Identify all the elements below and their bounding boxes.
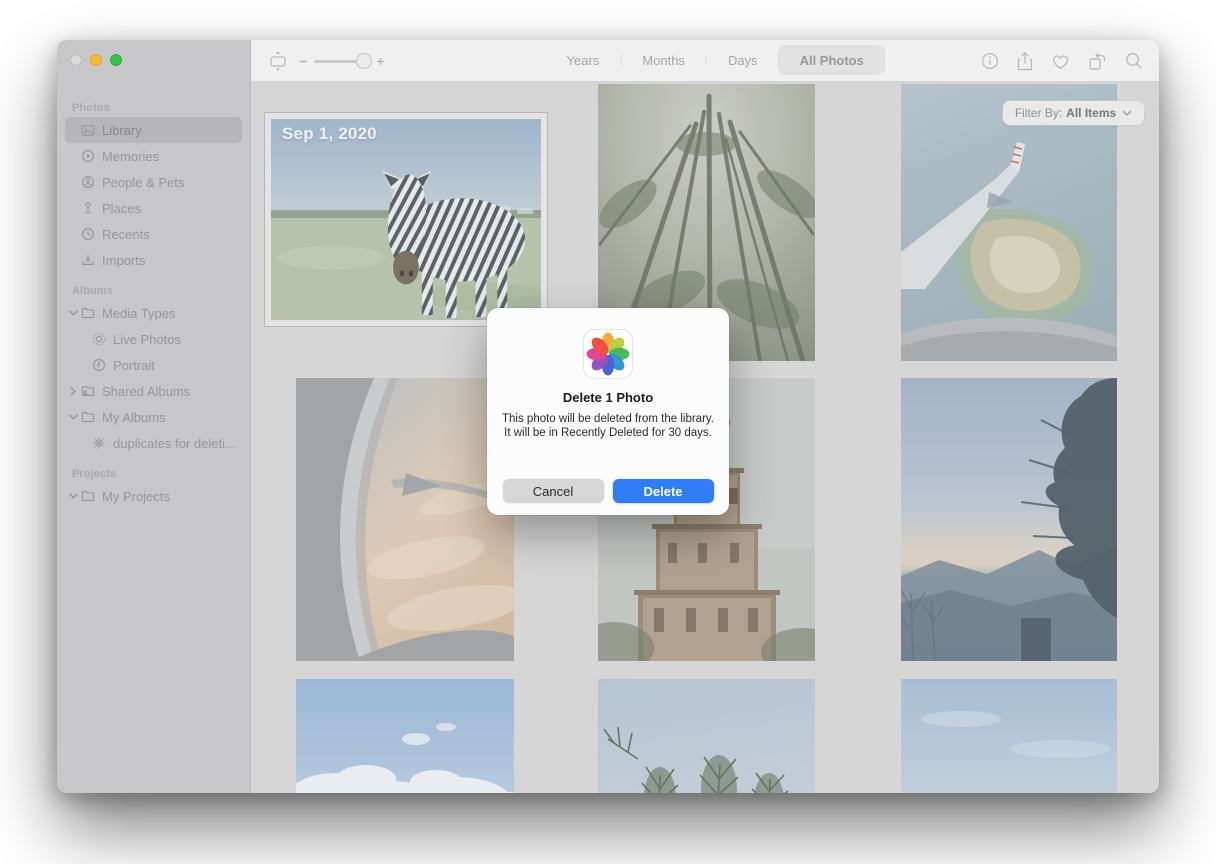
- photos-app-icon: [583, 329, 633, 379]
- minimize-window-button[interactable]: [90, 54, 102, 66]
- sidebar-item-label: My Albums: [102, 410, 166, 425]
- chevron-down-icon[interactable]: [66, 310, 80, 316]
- sidebar-item-duplicates-album[interactable]: duplicates for deleti...: [65, 430, 242, 456]
- tab-days[interactable]: Days: [707, 46, 779, 74]
- rotate-icon[interactable]: [1088, 52, 1107, 71]
- close-window-button[interactable]: [70, 54, 82, 66]
- people-pets-icon: [80, 175, 96, 189]
- sidebar-item-memories[interactable]: Memories: [65, 143, 242, 169]
- folder-icon: [80, 306, 96, 320]
- chevron-down-icon[interactable]: [66, 493, 80, 499]
- chevron-right-icon[interactable]: [66, 387, 80, 396]
- airplane-window-art: [296, 378, 514, 661]
- sidebar-item-my-projects[interactable]: My Projects: [65, 483, 242, 509]
- shared-folder-icon: [80, 384, 96, 398]
- sidebar-item-label: People & Pets: [102, 175, 184, 190]
- chevron-down-icon[interactable]: [66, 414, 80, 420]
- info-icon[interactable]: [981, 52, 999, 70]
- sidebar-section-projects: Projects: [72, 468, 250, 480]
- sidebar-item-live-photos[interactable]: Live Photos: [65, 326, 242, 352]
- sidebar-item-portrait[interactable]: Portrait: [65, 352, 242, 378]
- sidebar-item-imports[interactable]: Imports: [65, 247, 242, 273]
- filter-by-value: All Items: [1066, 106, 1116, 120]
- sidebar-item-label: Library: [102, 123, 142, 138]
- tab-years[interactable]: Years: [546, 46, 621, 74]
- photo-sky[interactable]: [901, 679, 1117, 793]
- sidebar-item-label: duplicates for deleti...: [113, 436, 236, 451]
- sidebar-item-recents[interactable]: Recents: [65, 221, 242, 247]
- sidebar-item-label: Media Types: [102, 306, 175, 321]
- zoom-in-plus-icon[interactable]: [376, 57, 385, 66]
- sidebar-item-shared-albums[interactable]: Shared Albums: [65, 378, 242, 404]
- zoom-out-minus-icon[interactable]: [299, 57, 308, 66]
- library-icon: [80, 123, 96, 137]
- photo-airplane-window[interactable]: [296, 378, 514, 661]
- folder-icon: [80, 410, 96, 424]
- places-icon: [80, 201, 96, 215]
- sidebar-section-albums: Albums: [72, 285, 250, 297]
- clouds-art: [296, 679, 514, 793]
- zebra-photo-art: [271, 119, 541, 320]
- pine-branches-art: [598, 679, 815, 793]
- tab-months[interactable]: Months: [621, 46, 706, 74]
- sidebar-item-label: Places: [102, 201, 141, 216]
- sidebar-item-label: My Projects: [102, 489, 170, 504]
- imports-icon: [80, 253, 96, 267]
- airplane-wing-art: [901, 84, 1117, 361]
- favorite-icon[interactable]: [1051, 53, 1070, 70]
- share-icon[interactable]: [1017, 52, 1033, 71]
- dusk-pine-art: [901, 378, 1117, 661]
- sidebar-item-label: Portrait: [113, 358, 155, 373]
- photo-zebra-selected[interactable]: Sep 1, 2020: [264, 112, 548, 327]
- slider-track[interactable]: [314, 60, 370, 63]
- sidebar: Photos Library Memories: [57, 40, 251, 793]
- search-icon[interactable]: [1125, 52, 1143, 70]
- dialog-title: Delete 1 Photo: [563, 390, 653, 405]
- filter-by-button[interactable]: Filter By: All Items: [1003, 101, 1144, 125]
- photo-airplane-wing[interactable]: [901, 84, 1117, 361]
- zoom-fit-icon[interactable]: [267, 50, 289, 72]
- sidebar-item-my-albums[interactable]: My Albums: [65, 404, 242, 430]
- portrait-icon: [91, 358, 107, 372]
- sidebar-item-people-pets[interactable]: People & Pets: [65, 169, 242, 195]
- sidebar-item-label: Memories: [102, 149, 159, 164]
- sidebar-item-label: Recents: [102, 227, 150, 242]
- sidebar-item-places[interactable]: Places: [65, 195, 242, 221]
- photo-pine-branches[interactable]: [598, 679, 815, 793]
- photo-clouds[interactable]: [296, 679, 514, 793]
- delete-button[interactable]: Delete: [613, 479, 714, 503]
- window-controls: [57, 40, 250, 66]
- dialog-message: This photo will be deleted from the libr…: [502, 412, 714, 440]
- chevron-down-icon: [1122, 110, 1132, 117]
- sidebar-item-label: Shared Albums: [102, 384, 190, 399]
- sky-art: [901, 679, 1117, 793]
- sidebar-item-label: Live Photos: [113, 332, 181, 347]
- cancel-button[interactable]: Cancel: [503, 479, 604, 503]
- view-segmented-control: Years Months Days All Photos: [546, 46, 885, 74]
- tab-all-photos[interactable]: All Photos: [779, 46, 885, 74]
- delete-confirmation-dialog: Delete 1 Photo This photo will be delete…: [487, 308, 729, 515]
- sidebar-item-label: Imports: [102, 253, 145, 268]
- folder-icon: [80, 489, 96, 503]
- toolbar: Years Months Days All Photos: [251, 40, 1159, 82]
- zoom-window-button[interactable]: [110, 54, 122, 66]
- memories-icon: [80, 149, 96, 163]
- sidebar-item-library[interactable]: Library: [65, 117, 242, 143]
- sidebar-section-photos: Photos: [72, 102, 250, 114]
- photo-date-label: Sep 1, 2020: [282, 124, 377, 144]
- filter-by-label: Filter By:: [1015, 106, 1062, 120]
- thumbnail-zoom-slider[interactable]: [299, 57, 385, 66]
- recents-icon: [80, 227, 96, 241]
- sidebar-item-media-types[interactable]: Media Types: [65, 300, 242, 326]
- photo-dusk-pine[interactable]: [901, 378, 1117, 661]
- live-photos-icon: [91, 332, 107, 346]
- gear-icon: [91, 436, 107, 450]
- slider-knob[interactable]: [356, 53, 372, 69]
